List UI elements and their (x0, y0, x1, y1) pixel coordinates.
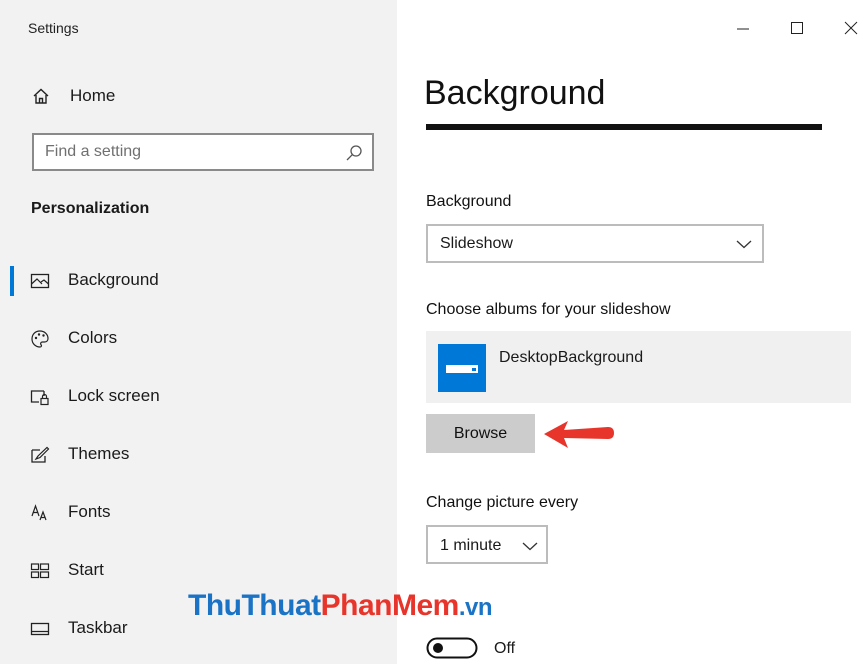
palette-icon (31, 330, 49, 348)
sidebar-item-background[interactable]: Background (0, 258, 397, 304)
sidebar-item-label: Lock screen (68, 386, 160, 405)
album-name: DesktopBackground (499, 349, 644, 366)
minimize-icon (737, 28, 749, 30)
background-label: Background (426, 193, 512, 210)
sidebar-item-label: Taskbar (68, 618, 128, 637)
themes-icon (31, 446, 50, 463)
close-icon (844, 21, 858, 35)
fonts-icon (31, 504, 47, 521)
search-box[interactable] (32, 133, 374, 171)
image-icon (30, 273, 50, 289)
lock-screen-icon (30, 390, 49, 406)
close-button[interactable] (836, 14, 866, 42)
toggle-state-label: Off (494, 640, 516, 657)
home-nav-item[interactable]: Home (32, 84, 115, 108)
sidebar-item-label: Fonts (68, 502, 111, 521)
change-picture-label: Change picture every (426, 494, 579, 511)
sidebar-item-label: Background (68, 270, 159, 289)
albums-label: Choose albums for your slideshow (426, 301, 671, 318)
shuffle-toggle[interactable] (426, 636, 480, 660)
sidebar-item-fonts[interactable]: Fonts (0, 490, 397, 536)
page-title: Background (424, 74, 606, 112)
sidebar-item-label: Colors (68, 328, 118, 347)
background-dropdown[interactable]: Slideshow (426, 224, 764, 263)
search-icon[interactable] (345, 144, 363, 162)
sidebar-item-colors[interactable]: Colors (0, 316, 397, 362)
active-indicator (10, 266, 14, 296)
interval-dropdown[interactable]: 1 minute (426, 525, 548, 564)
album-item[interactable]: DesktopBackground (426, 331, 851, 403)
minimize-button[interactable] (728, 14, 758, 42)
taskbar-icon (30, 622, 50, 636)
watermark-logo: ThuThuatPhanMem.vn (188, 589, 493, 622)
home-icon (33, 88, 49, 104)
section-title: Personalization (31, 200, 150, 217)
background-dropdown-value: Slideshow (440, 235, 513, 252)
window-title: Settings (28, 20, 79, 36)
sidebar-item-lock-screen[interactable]: Lock screen (0, 374, 397, 420)
sidebar-item-themes[interactable]: Themes (0, 432, 397, 478)
maximize-button[interactable] (782, 14, 812, 42)
browse-button[interactable]: Browse (426, 414, 535, 453)
sidebar-item-label: Themes (68, 444, 130, 463)
interval-dropdown-value: 1 minute (440, 537, 502, 554)
sidebar-item-label: Start (68, 560, 104, 579)
folder-icon (438, 344, 486, 392)
chevron-down-icon (522, 542, 538, 551)
title-underline (426, 124, 822, 130)
maximize-icon (791, 22, 803, 34)
red-arrow-icon (544, 421, 614, 448)
start-icon (30, 563, 50, 579)
sidebar: Settings Home Personalization Background… (0, 0, 397, 664)
search-input[interactable] (45, 142, 335, 162)
home-label: Home (70, 86, 116, 105)
chevron-down-icon (736, 240, 752, 249)
